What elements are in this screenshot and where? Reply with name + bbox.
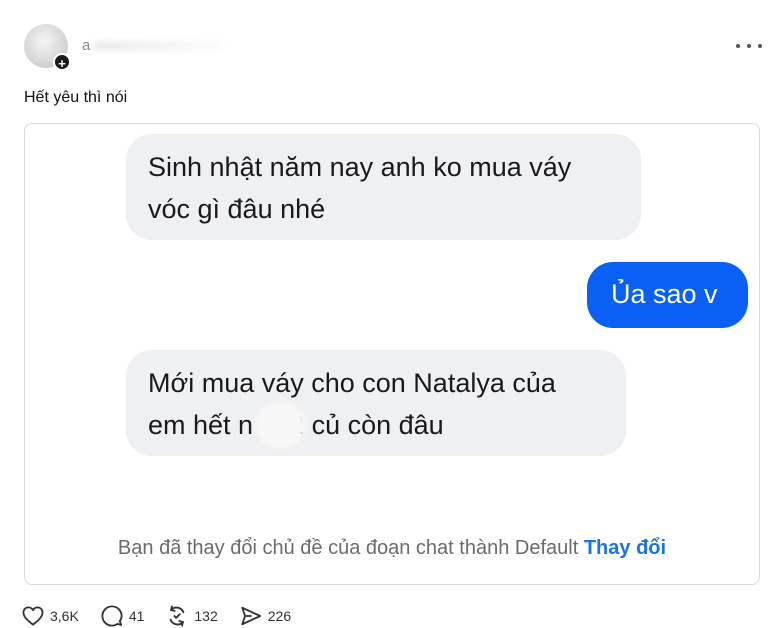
redaction-blur: [255, 402, 307, 448]
more-icon-dot: [747, 44, 751, 48]
share-count: 226: [267, 608, 292, 624]
message-line: vóc gì đâu nhé: [148, 194, 326, 224]
chat-bubble-incoming: Mới mua váy cho con Natalya của em hết n…: [126, 350, 626, 456]
post-caption: Hết yêu thì nói: [24, 89, 128, 106]
chat-bubble-incoming: Sinh nhật năm nay anh ko mua váy vóc gì …: [126, 134, 641, 240]
repost-count: 132: [194, 608, 218, 624]
message-line: em hết n 2 củ còn đâu: [148, 404, 604, 446]
message-line: Ủa sao v: [611, 279, 718, 309]
share-icon: [241, 606, 261, 626]
action-bar: 3,6K 41 132 226: [22, 604, 313, 628]
message-line: Mới mua váy cho con Natalya của: [148, 368, 556, 398]
username[interactable]: a: [82, 37, 90, 54]
heart-icon: [22, 606, 44, 626]
repost-icon: [170, 605, 185, 627]
redacted-username: [93, 41, 223, 51]
like-count: 3,6K: [50, 608, 79, 624]
thread-post: + a Hết yêu thì nói Sinh nhật năm nay an…: [0, 0, 778, 628]
more-options-button[interactable]: [736, 36, 762, 56]
reply-count: 41: [128, 608, 145, 624]
message-text: 2 củ còn đâu: [289, 410, 444, 440]
message-text: em hết n: [148, 410, 254, 440]
follow-plus-icon[interactable]: +: [53, 53, 71, 71]
chat-bubble-outgoing: Ủa sao v: [587, 262, 748, 328]
system-message: Bạn đã thay đổi chủ đề của đoạn chat thà…: [25, 537, 759, 560]
post-image[interactable]: Sinh nhật năm nay anh ko mua váy vóc gì …: [24, 123, 760, 585]
more-icon: [736, 44, 740, 48]
like-button[interactable]: 3,6K: [22, 606, 79, 626]
comment-icon: [101, 605, 123, 627]
more-icon-dot: [758, 44, 762, 48]
change-theme-link: Thay đổi: [583, 537, 667, 559]
reply-button[interactable]: 41: [101, 605, 145, 627]
repost-button[interactable]: 132: [166, 605, 218, 627]
system-message-text: Bạn đã thay đổi chủ đề của đoạn chat thà…: [117, 537, 579, 559]
share-button[interactable]: 226: [240, 605, 291, 627]
message-line: Sinh nhật năm nay anh ko mua váy: [148, 152, 572, 182]
